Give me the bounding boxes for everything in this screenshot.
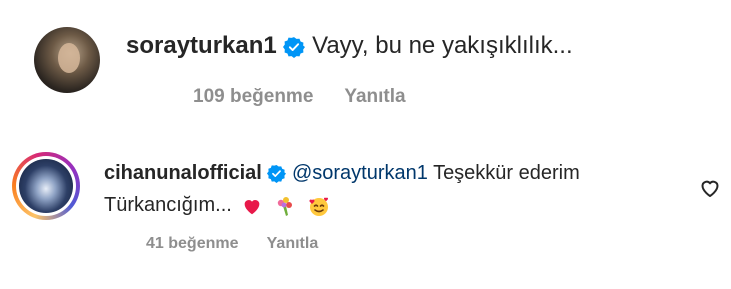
bouquet-emoji-icon <box>277 196 292 216</box>
reply-button[interactable]: Yanıtla <box>344 86 405 107</box>
comment-text: Türkancığım... <box>104 194 232 216</box>
reply-button[interactable]: Yanıtla <box>267 235 319 252</box>
comment-username[interactable]: cihanunalofficial <box>104 162 262 184</box>
avatar-photo <box>19 159 73 213</box>
comment-meta: 41 beğenme Yanıtla <box>146 232 318 256</box>
verified-badge-icon <box>267 165 287 184</box>
comment-text: Vayy, bu ne yakışıklılık... <box>312 32 573 59</box>
avatar-story-ring[interactable] <box>12 152 80 220</box>
likes-count[interactable]: 41 beğenme <box>146 235 238 252</box>
avatar <box>16 156 76 216</box>
comment-body-continued: Türkancığım... <box>104 190 331 220</box>
mention-link[interactable]: @sorayturkan1 <box>292 162 428 184</box>
comment-item: sorayturkan1 Vayy, bu ne yakışıklılık...… <box>0 0 731 130</box>
comment-text: Teşekkür ederim <box>433 162 580 184</box>
heart-emoji-icon <box>245 199 260 214</box>
smiling-face-with-hearts-icon <box>308 197 328 216</box>
verified-badge-icon <box>283 36 306 58</box>
comment-body: sorayturkan1 Vayy, bu ne yakışıklılık... <box>126 29 573 63</box>
comment-body: cihanunalofficial @sorayturkan1 Teşekkür… <box>104 158 580 188</box>
comment-item: cihanunalofficial @sorayturkan1 Teşekkür… <box>0 140 731 289</box>
heart-outline-icon[interactable] <box>698 176 722 200</box>
avatar-photo <box>58 43 80 73</box>
avatar[interactable] <box>34 27 100 93</box>
likes-count[interactable]: 109 beğenme <box>193 86 313 107</box>
comment-meta: 109 beğenme Yanıtla <box>193 84 406 110</box>
comment-username[interactable]: sorayturkan1 <box>126 32 277 59</box>
